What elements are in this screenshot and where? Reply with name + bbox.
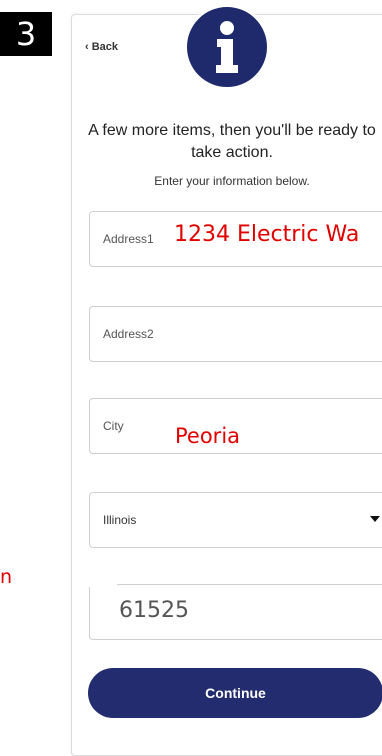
city-field[interactable]: City Peoria (89, 398, 382, 454)
back-link[interactable]: ‹ Back (85, 41, 118, 53)
chevron-down-icon (370, 516, 380, 522)
address1-annotation: 1234 Electric Wa (174, 222, 360, 247)
info-icon (184, 4, 270, 90)
state-select-value: Illinois (103, 513, 137, 527)
address1-field[interactable]: Address1 1234 Electric Wa (89, 211, 382, 267)
page-headline: A few more items, then you'll be ready t… (88, 122, 376, 161)
step-number-badge: 3 (0, 12, 52, 56)
continue-button[interactable]: Continue (88, 668, 382, 718)
state-select[interactable]: Illinois (89, 492, 382, 548)
address1-label: Address1 (103, 232, 154, 246)
annotation-side-note: n (0, 566, 13, 588)
zip-field-notch (89, 584, 117, 587)
zip-field[interactable]: 61525 (89, 584, 382, 640)
zip-value: 61525 (119, 598, 189, 623)
page-subline: Enter your information below. (154, 174, 310, 188)
city-label: City (103, 419, 124, 433)
address2-field[interactable]: Address2 (89, 306, 382, 362)
city-annotation: Peoria (175, 424, 241, 448)
address2-label: Address2 (103, 327, 154, 341)
